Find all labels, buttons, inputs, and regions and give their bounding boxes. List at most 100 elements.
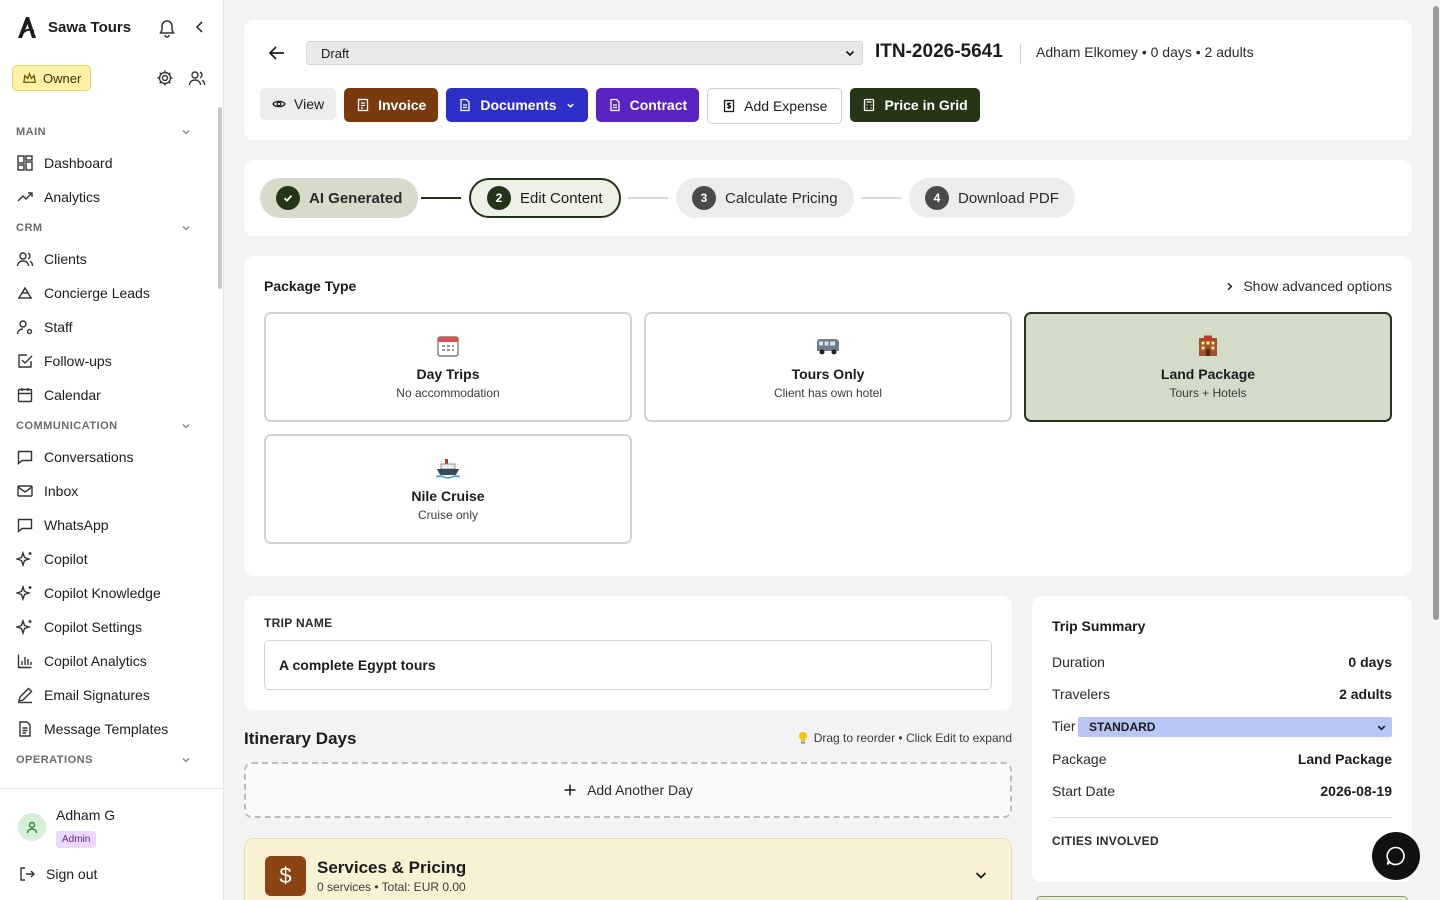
log-out-icon bbox=[20, 867, 35, 881]
step-edit-content[interactable]: 2 Edit Content bbox=[469, 178, 621, 218]
add-another-day-button[interactable]: Add Another Day bbox=[244, 762, 1012, 818]
nav-section-main[interactable]: MAIN bbox=[0, 118, 214, 146]
nav-section-operations[interactable]: OPERATIONS bbox=[0, 746, 214, 774]
sidebar-item-follow-ups[interactable]: Follow-ups bbox=[0, 344, 214, 378]
summary-tier-label: Tier bbox=[1052, 718, 1076, 734]
price-in-grid-button[interactable]: Price in Grid bbox=[850, 88, 980, 122]
services-title: Services & Pricing bbox=[317, 858, 467, 877]
sidebar-item-clients[interactable]: Clients bbox=[0, 242, 214, 276]
sidebar-item-staff[interactable]: Staff bbox=[0, 310, 214, 344]
pen-icon bbox=[18, 687, 33, 704]
calculator-icon bbox=[864, 98, 875, 112]
sidebar-item-concierge-leads[interactable]: Concierge Leads bbox=[0, 276, 214, 310]
nav-section-crm[interactable]: CRM bbox=[0, 214, 214, 242]
page-scrollbar[interactable] bbox=[1433, 6, 1439, 620]
sidebar-item-copilot[interactable]: Copilot bbox=[0, 542, 214, 576]
chat-button[interactable] bbox=[1372, 832, 1420, 880]
trip-name-input[interactable] bbox=[264, 640, 992, 690]
file-text-icon bbox=[460, 98, 470, 112]
summary-start-date-value: 2026-08-19 bbox=[1320, 783, 1392, 799]
package-type-title: Package Type bbox=[264, 278, 357, 294]
package-option-land-package[interactable]: Land Package Tours + Hotels bbox=[1024, 312, 1392, 422]
itinerary-days-hint: Drag to reorder • Click Edit to expand bbox=[782, 731, 1012, 745]
check-square-icon bbox=[18, 354, 33, 368]
status-select[interactable]: Draft bbox=[306, 41, 863, 65]
summary-duration-value: 0 days bbox=[1348, 654, 1392, 670]
sidebar: Sawa Tours Owner MAIN Dashboard Analytic… bbox=[0, 0, 224, 900]
sidebar-item-calendar[interactable]: Calendar bbox=[0, 378, 214, 412]
invoice-button[interactable]: Invoice bbox=[344, 88, 439, 122]
arrow-left-icon[interactable] bbox=[266, 42, 288, 64]
sidebar-item-copilot-settings[interactable]: Copilot Settings bbox=[0, 610, 214, 644]
show-advanced-options-link[interactable]: Show advanced options bbox=[1224, 278, 1392, 294]
step-connector bbox=[861, 197, 901, 199]
sign-out-button[interactable]: Sign out bbox=[18, 865, 97, 883]
nav-section-communication[interactable]: COMMUNICATION bbox=[0, 412, 214, 440]
trip-name-card: TRIP NAME bbox=[244, 596, 1012, 710]
sparkles-icon bbox=[16, 584, 32, 602]
itinerary-number: ITN-2026-5641 bbox=[875, 41, 1003, 62]
sparkles-icon bbox=[16, 618, 32, 636]
documents-button[interactable]: Documents bbox=[446, 88, 588, 122]
package-option-nile-cruise[interactable]: Nile Cruise Cruise only bbox=[264, 434, 632, 544]
user-icon bbox=[26, 821, 38, 834]
summary-start-date-row: Start Date 2026-08-19 bbox=[1052, 783, 1392, 799]
users-icon bbox=[16, 252, 34, 267]
users-icon[interactable] bbox=[188, 69, 206, 87]
avatar[interactable] bbox=[18, 813, 46, 841]
dollar-icon: $ bbox=[265, 856, 306, 896]
trip-name-label: TRIP NAME bbox=[264, 616, 333, 630]
sidebar-footer: Adham G Admin Sign out bbox=[0, 788, 223, 900]
services-pricing-card[interactable]: $ Services & Pricing 0 services • Total:… bbox=[244, 838, 1012, 900]
chevron-down-icon bbox=[845, 50, 855, 57]
brand[interactable]: Sawa Tours bbox=[16, 14, 131, 40]
summary-travelers-row: Travelers 2 adults bbox=[1052, 686, 1392, 702]
sidebar-item-analytics[interactable]: Analytics bbox=[0, 180, 214, 214]
contract-button[interactable]: Contract bbox=[595, 88, 700, 122]
action-toolbar: View Invoice Documents Contract Add Expe… bbox=[260, 88, 980, 124]
step-calculate-pricing[interactable]: 3 Calculate Pricing bbox=[676, 178, 854, 218]
chevron-down-icon bbox=[182, 424, 190, 429]
step-connector bbox=[421, 197, 461, 199]
package-option-day-trips[interactable]: Day Trips No accommodation bbox=[264, 312, 632, 422]
sidebar-item-copilot-analytics[interactable]: Copilot Analytics bbox=[0, 644, 214, 678]
step-connector bbox=[628, 197, 668, 199]
chevron-right-icon bbox=[1227, 282, 1233, 290]
sidebar-item-message-templates[interactable]: Message Templates bbox=[0, 712, 214, 746]
hotel-icon bbox=[1199, 335, 1217, 356]
sidebar-scrollbar[interactable] bbox=[218, 107, 222, 289]
sidebar-item-email-signatures[interactable]: Email Signatures bbox=[0, 678, 214, 712]
summary-divider bbox=[1052, 817, 1392, 818]
bell-icon[interactable] bbox=[157, 18, 177, 38]
trip-summary-title: Trip Summary bbox=[1052, 618, 1146, 634]
sidebar-item-inbox[interactable]: Inbox bbox=[0, 474, 214, 508]
tier-select[interactable]: STANDARD bbox=[1078, 717, 1392, 737]
chevron-down-icon bbox=[182, 758, 190, 763]
summary-duration-row: Duration 0 days bbox=[1052, 654, 1392, 670]
chevron-down-icon[interactable] bbox=[973, 867, 989, 883]
file-text-icon bbox=[19, 721, 31, 737]
sidebar-item-conversations[interactable]: Conversations bbox=[0, 440, 214, 474]
package-type-card: Package Type Show advanced options Day T… bbox=[244, 256, 1412, 576]
receipt-dollar-icon bbox=[723, 99, 735, 113]
chevron-down-icon bbox=[1377, 725, 1386, 731]
sparkles-icon bbox=[16, 550, 32, 568]
chevron-down-icon bbox=[182, 130, 190, 135]
package-option-tours-only[interactable]: Tours Only Client has own hotel bbox=[644, 312, 1012, 422]
sidebar-item-copilot-knowledge[interactable]: Copilot Knowledge bbox=[0, 576, 214, 610]
trip-summary-card: Trip Summary Duration 0 days Travelers 2… bbox=[1032, 596, 1412, 882]
add-expense-button[interactable]: Add Expense bbox=[707, 88, 843, 124]
step-number: 3 bbox=[692, 186, 716, 210]
sidebar-item-dashboard[interactable]: Dashboard bbox=[0, 146, 214, 180]
summary-package-row: Package Land Package bbox=[1052, 751, 1392, 767]
gear-icon[interactable] bbox=[156, 69, 174, 87]
sidebar-item-whatsapp[interactable]: WhatsApp bbox=[0, 508, 214, 542]
step-ai-generated[interactable]: AI Generated bbox=[260, 178, 419, 218]
view-button[interactable]: View bbox=[260, 88, 337, 120]
bar-chart-icon bbox=[17, 654, 32, 669]
check-icon bbox=[276, 186, 300, 210]
step-download-pdf[interactable]: 4 Download PDF bbox=[909, 178, 1075, 218]
chevron-left-icon[interactable] bbox=[192, 19, 208, 35]
role-badge: Owner bbox=[12, 65, 92, 91]
calendar-icon bbox=[437, 336, 459, 357]
